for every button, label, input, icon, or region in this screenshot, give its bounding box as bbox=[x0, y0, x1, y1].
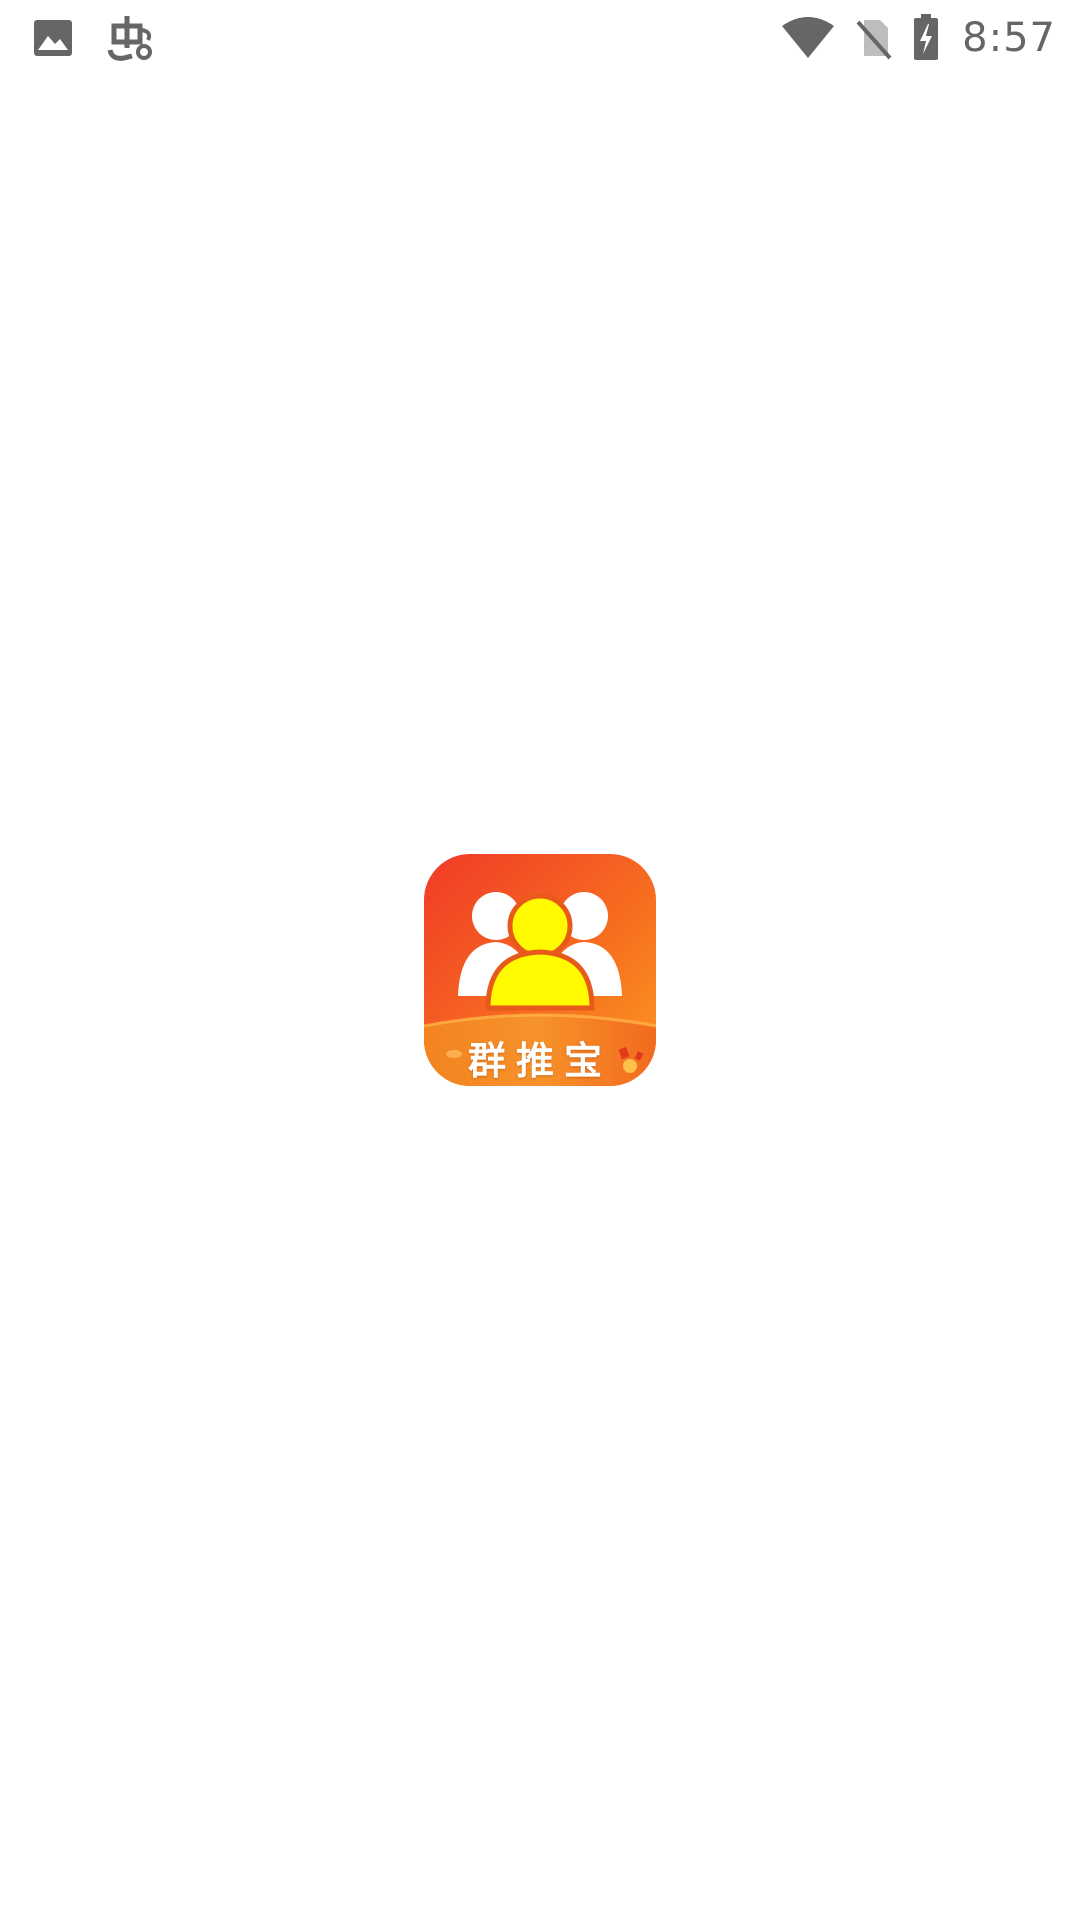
app-logo-label: 群推宝 bbox=[467, 1039, 612, 1083]
status-bar-left bbox=[32, 12, 156, 64]
splash-screen: 8:57 群推宝 bbox=[0, 0, 1080, 1920]
bug-icon bbox=[104, 12, 156, 64]
wifi-icon bbox=[780, 16, 836, 60]
status-bar: 8:57 bbox=[0, 0, 1080, 75]
status-time: 8:57 bbox=[962, 15, 1056, 61]
status-bar-right: 8:57 bbox=[780, 8, 1056, 68]
app-logo: 群推宝 bbox=[424, 854, 656, 1086]
no-sim-icon bbox=[854, 16, 894, 60]
gallery-icon bbox=[32, 18, 74, 58]
battery-charging-icon bbox=[912, 14, 940, 62]
